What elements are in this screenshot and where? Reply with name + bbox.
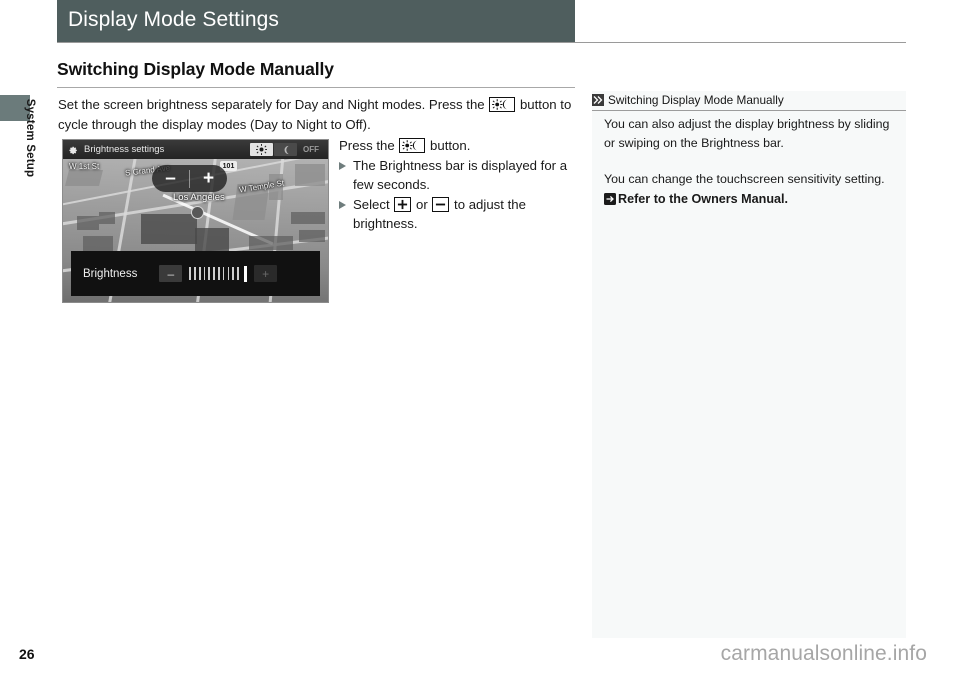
- double-chevron-icon: [592, 94, 604, 106]
- step-bullet-1: The Brightness bar is displayed for a fe…: [339, 156, 579, 195]
- step-press-button: Press the button.: [339, 136, 579, 156]
- page-title: Display Mode Settings: [68, 8, 279, 32]
- intro-paragraph: Set the screen brightness separately for…: [58, 95, 578, 135]
- title-divider: [57, 42, 906, 43]
- triangle-bullet-icon: [339, 201, 346, 209]
- zoom-out-button[interactable]: –: [152, 169, 189, 188]
- brightness-cursor[interactable]: [244, 266, 247, 282]
- gear-icon[interactable]: [67, 144, 78, 155]
- plus-button-icon: [394, 197, 411, 212]
- note-reference[interactable]: Refer to the Owners Manual.: [604, 190, 896, 209]
- map-zoom-control[interactable]: – +: [152, 165, 227, 192]
- note-spacer: [604, 152, 896, 170]
- step-bullet-2-or: or: [412, 197, 431, 212]
- note-paragraph-2: You can change the touchscreen sensitivi…: [604, 170, 896, 189]
- brightness-tick: [223, 267, 225, 280]
- brightness-tick: [213, 267, 215, 280]
- note-header: Switching Display Mode Manually: [592, 91, 906, 109]
- brightness-bar-label: Brightness: [83, 268, 137, 280]
- brightness-increase-button[interactable]: +: [254, 265, 277, 282]
- off-mode-button[interactable]: OFF: [298, 143, 324, 156]
- brightness-tick: [204, 267, 206, 280]
- brightness-tick: [237, 267, 239, 280]
- section-divider: [57, 87, 575, 88]
- note-heading: Switching Display Mode Manually: [608, 93, 784, 107]
- map-city-label: Los Angeles: [173, 192, 225, 203]
- note-body: You can also adjust the display brightne…: [604, 115, 896, 208]
- arrow-box-icon: [604, 193, 616, 205]
- device-header-title: Brightness settings: [84, 144, 250, 155]
- brightness-tick: [208, 267, 210, 280]
- step-text-after: button.: [426, 138, 470, 153]
- zoom-in-button[interactable]: +: [190, 169, 227, 188]
- intro-text-before: Set the screen brightness separately for…: [58, 97, 488, 112]
- brightness-tick: [228, 267, 230, 280]
- sun-icon: [256, 144, 267, 155]
- sidebar-section-label: System Setup: [16, 88, 36, 188]
- page-title-bar: Display Mode Settings: [57, 0, 575, 42]
- brightness-decrease-button[interactable]: –: [159, 265, 182, 282]
- vehicle-position-marker: [191, 206, 204, 219]
- night-mode-button[interactable]: [274, 143, 297, 156]
- device-header-bar: Brightness settings OFF: [63, 140, 328, 159]
- page-number: 26: [19, 646, 35, 662]
- brightness-tick: [232, 267, 234, 280]
- brightness-tick: [194, 267, 196, 280]
- brightness-tick: [189, 267, 191, 280]
- section-heading: Switching Display Mode Manually: [57, 59, 334, 80]
- step-bullet-2-text-before: Select: [353, 197, 393, 212]
- step-text-before: Press the: [339, 138, 398, 153]
- moon-icon: [281, 145, 291, 155]
- map-street-label-1: W 1st St: [69, 162, 99, 171]
- brightness-tick: [199, 267, 201, 280]
- display-mode-button-icon: [399, 138, 425, 153]
- display-mode-button-icon: [489, 97, 515, 112]
- triangle-bullet-icon: [339, 162, 346, 170]
- display-mode-toggle-group[interactable]: OFF: [250, 143, 324, 156]
- steps-list: Press the button. The Brightness bar is …: [339, 136, 579, 234]
- brightness-level-ticks[interactable]: [189, 266, 247, 282]
- brightness-tick: [218, 267, 220, 280]
- day-mode-button[interactable]: [250, 143, 273, 156]
- brightness-bar[interactable]: Brightness – +: [71, 251, 320, 296]
- minus-button-icon: [432, 197, 449, 212]
- device-screenshot: 101 W 1st St S Grand Ave W Temple St Los…: [62, 139, 329, 303]
- step-bullet-1-text: The Brightness bar is displayed for a fe…: [353, 158, 567, 193]
- note-reference-text: Refer to the Owners Manual.: [618, 192, 788, 206]
- step-bullet-2: Select or to adjust the brightness.: [339, 195, 579, 234]
- side-note-panel: Switching Display Mode Manually You can …: [592, 91, 906, 638]
- note-paragraph-1: You can also adjust the display brightne…: [604, 115, 896, 152]
- watermark: carmanualsonline.info: [721, 642, 927, 666]
- note-divider: [592, 110, 906, 111]
